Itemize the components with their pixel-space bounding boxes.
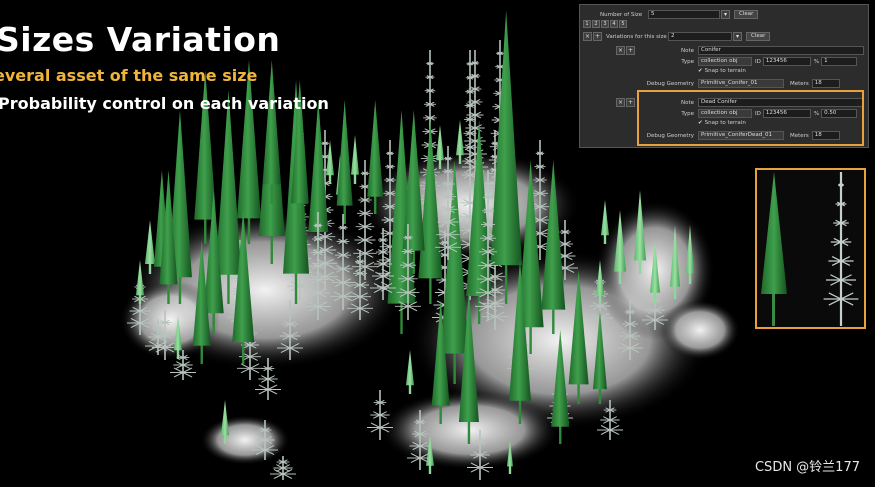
conifer-tree xyxy=(236,60,261,244)
variation2-add-button[interactable]: + xyxy=(626,98,635,107)
variation1-meters-field[interactable]: 18 xyxy=(811,79,840,88)
variation1-probability-field[interactable]: 1 xyxy=(821,57,858,66)
variation1-snap-checkbox[interactable]: ✔ xyxy=(698,68,703,74)
clear-variations-button[interactable]: Clear xyxy=(746,32,771,41)
size-tab-1[interactable]: 1 xyxy=(583,20,591,28)
variation1-type-label: Type xyxy=(681,58,694,65)
variation2-controls: × + xyxy=(616,98,636,107)
variation1-controls: × + xyxy=(616,46,636,55)
size-tab-3[interactable]: 3 xyxy=(601,20,609,28)
variation2-remove-button[interactable]: × xyxy=(616,98,625,107)
number-of-size-field[interactable]: 5 xyxy=(648,10,720,19)
variation1-note-field[interactable]: Conifer xyxy=(698,46,864,55)
size-spinner-button[interactable]: ▾ xyxy=(721,10,730,19)
bullet-probability: Probability control on each variation xyxy=(0,94,329,113)
variation1-add-button[interactable]: + xyxy=(626,46,635,55)
number-of-size-label: Number of Size xyxy=(600,11,643,18)
conifer-tree xyxy=(262,70,281,204)
conifer-tree xyxy=(336,100,353,224)
size-tabs: 1 2 3 4 5 xyxy=(583,20,628,28)
size-tab-4[interactable]: 4 xyxy=(610,20,618,28)
remove-size-button[interactable]: × xyxy=(583,32,592,41)
variation1-type-row: Type collection obj ID 123456 % 1 xyxy=(676,57,858,66)
preview-trees xyxy=(761,172,859,326)
variation1-debug-select[interactable]: Primitive_Conifer_01 xyxy=(698,79,784,88)
light-conifer-tree xyxy=(326,140,334,184)
variations-label: Variations for this size xyxy=(606,33,667,40)
light-conifer-tree xyxy=(351,135,359,184)
dead-conifer-preview xyxy=(823,172,859,326)
variations-spinner-button[interactable]: ▾ xyxy=(733,32,742,41)
variation1-meters-label: Meters xyxy=(790,80,809,87)
dead-conifer-tree xyxy=(270,456,296,480)
variation1-remove-button[interactable]: × xyxy=(616,46,625,55)
conifer-preview xyxy=(761,172,787,326)
variation1-note-label: Note xyxy=(680,47,694,54)
variation1-id-field[interactable]: 123456 xyxy=(762,57,811,66)
variation1-prob-label: % xyxy=(813,58,820,65)
variation2-highlight-box xyxy=(637,90,864,146)
variation1-id-label: ID xyxy=(755,58,761,65)
add-size-button[interactable]: + xyxy=(593,32,602,41)
size-tab-5[interactable]: 5 xyxy=(619,20,627,28)
variation1-snap-label: Snap to terrain xyxy=(704,68,746,74)
variations-row: × + Variations for this size 2 ▾ Clear xyxy=(583,32,771,41)
variation1-type-select[interactable]: collection obj xyxy=(698,57,752,66)
watermark: CSDN @铃兰177 xyxy=(754,460,860,475)
variation1-note-row: Note Conifer xyxy=(676,46,864,55)
variation1-debug-label: Debug Geometry xyxy=(646,80,694,87)
number-of-size-row: Number of Size 5 ▾ Clear xyxy=(600,10,759,19)
clear-sizes-button[interactable]: Clear xyxy=(734,10,759,19)
variation1-snap-row: ✔ Snap to terrain xyxy=(698,68,746,74)
variations-field[interactable]: 2 xyxy=(668,32,732,41)
variation1-debug-row: Debug Geometry Primitive_Conifer_01 Mete… xyxy=(646,79,840,88)
slide-title: Sizes Variation xyxy=(0,20,281,59)
size-tab-2[interactable]: 2 xyxy=(592,20,600,28)
bullet-several-assets: everal asset of the same size xyxy=(0,66,258,85)
variation-preview-box xyxy=(755,168,866,329)
